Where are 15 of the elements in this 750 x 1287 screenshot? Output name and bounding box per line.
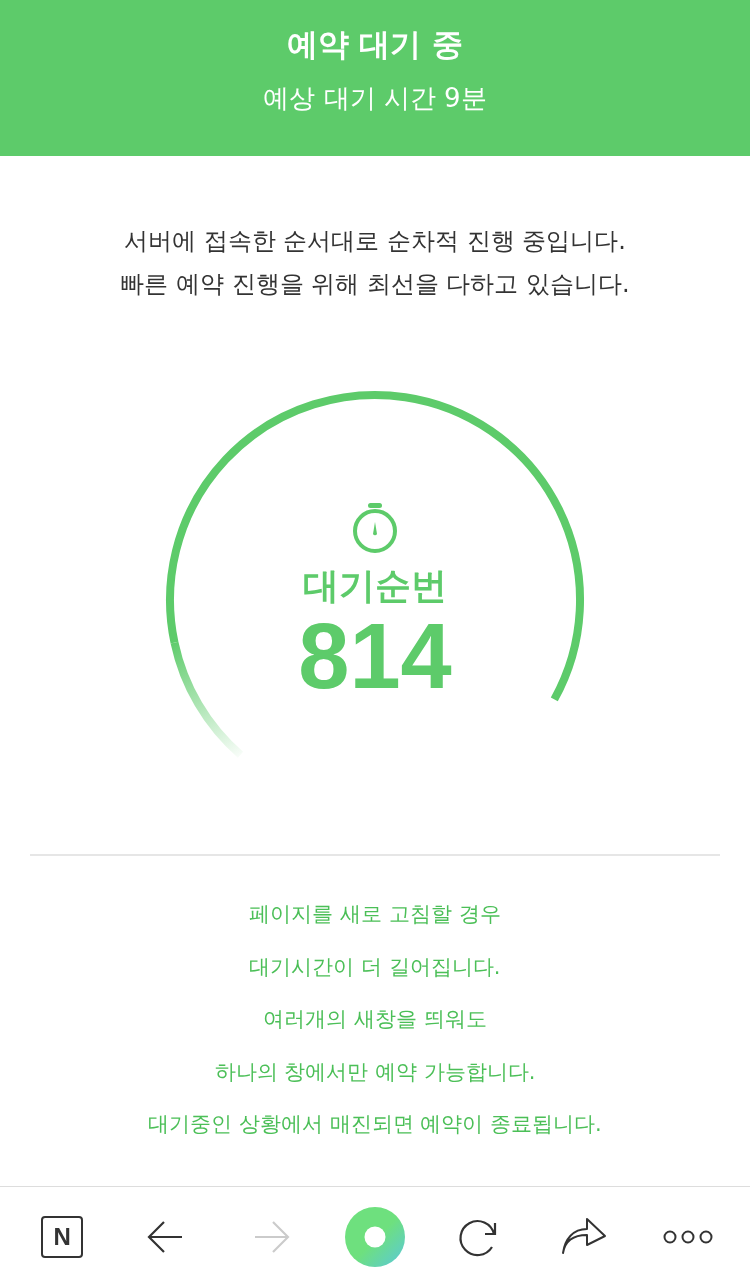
more-button[interactable]	[662, 1229, 713, 1245]
queue-number: 814	[298, 608, 452, 704]
notice-text: 하나의 창에서만 예약 가능합니다.	[214, 1058, 536, 1086]
wait-time-text: 예상 대기 시간 9분	[263, 82, 487, 115]
notice-text: 대기중인 상황에서 매진되면 예약이 종료됩니다.	[148, 1111, 602, 1138]
home-button[interactable]: N	[41, 1216, 84, 1258]
info-text: 서버에 접속한 순서대로 순차적 진행 중입니다.	[124, 226, 626, 257]
info-text: 빠른 예약 진행을 위해 최선을 다하고 있습니다.	[120, 269, 630, 300]
queue-label: 대기순번	[303, 564, 447, 608]
share-button[interactable]	[560, 1217, 607, 1257]
page-title: 예약 대기 중	[286, 25, 464, 64]
notice-text: 여러개의 새창을 띄워도	[263, 1006, 487, 1033]
notice-text: 페이지를 새로 고침할 경우	[249, 901, 501, 928]
stopwatch-icon	[351, 502, 399, 554]
notice-text: 대기시간이 더 길어집니다.	[249, 953, 501, 981]
